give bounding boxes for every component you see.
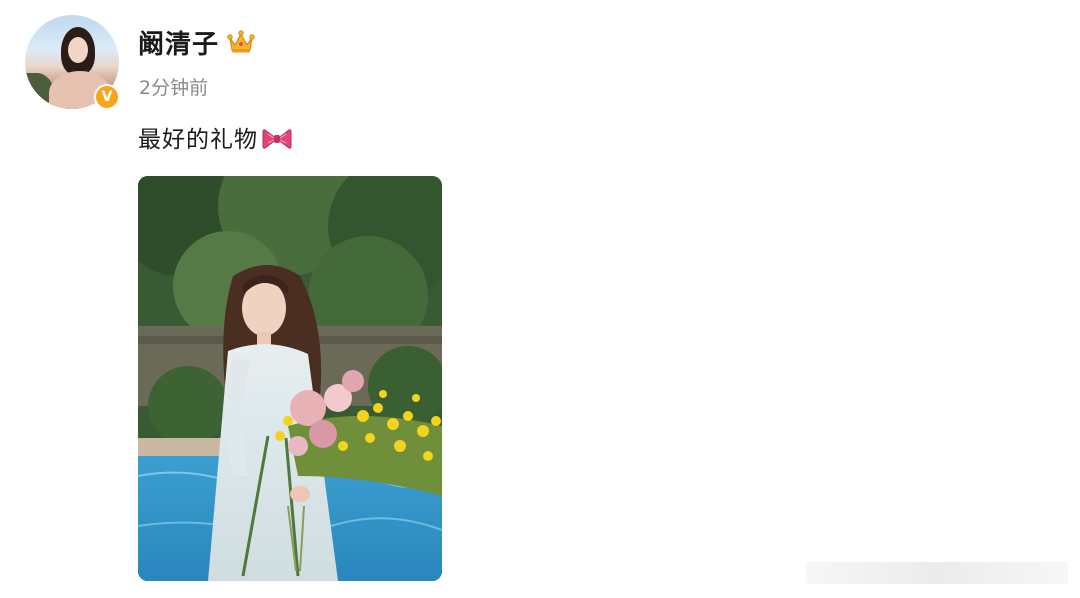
weibo-post: V 阚清子 2分钟前 最好的礼物 — [0, 0, 1080, 598]
post-text-body: 最好的礼物 — [138, 127, 258, 153]
author-name[interactable]: 阚清子 — [138, 24, 219, 61]
verified-badge-icon: V — [94, 84, 120, 110]
avatar-face — [68, 37, 88, 63]
photo-woman-with-flowers — [138, 176, 442, 581]
post-timestamp: 2分钟前 — [139, 77, 209, 99]
crown-icon — [227, 30, 255, 53]
post-text: 最好的礼物 — [138, 120, 292, 154]
ribbon-bow-icon — [262, 129, 292, 149]
post-photo[interactable] — [138, 176, 442, 581]
watermark-strip — [806, 562, 1068, 584]
